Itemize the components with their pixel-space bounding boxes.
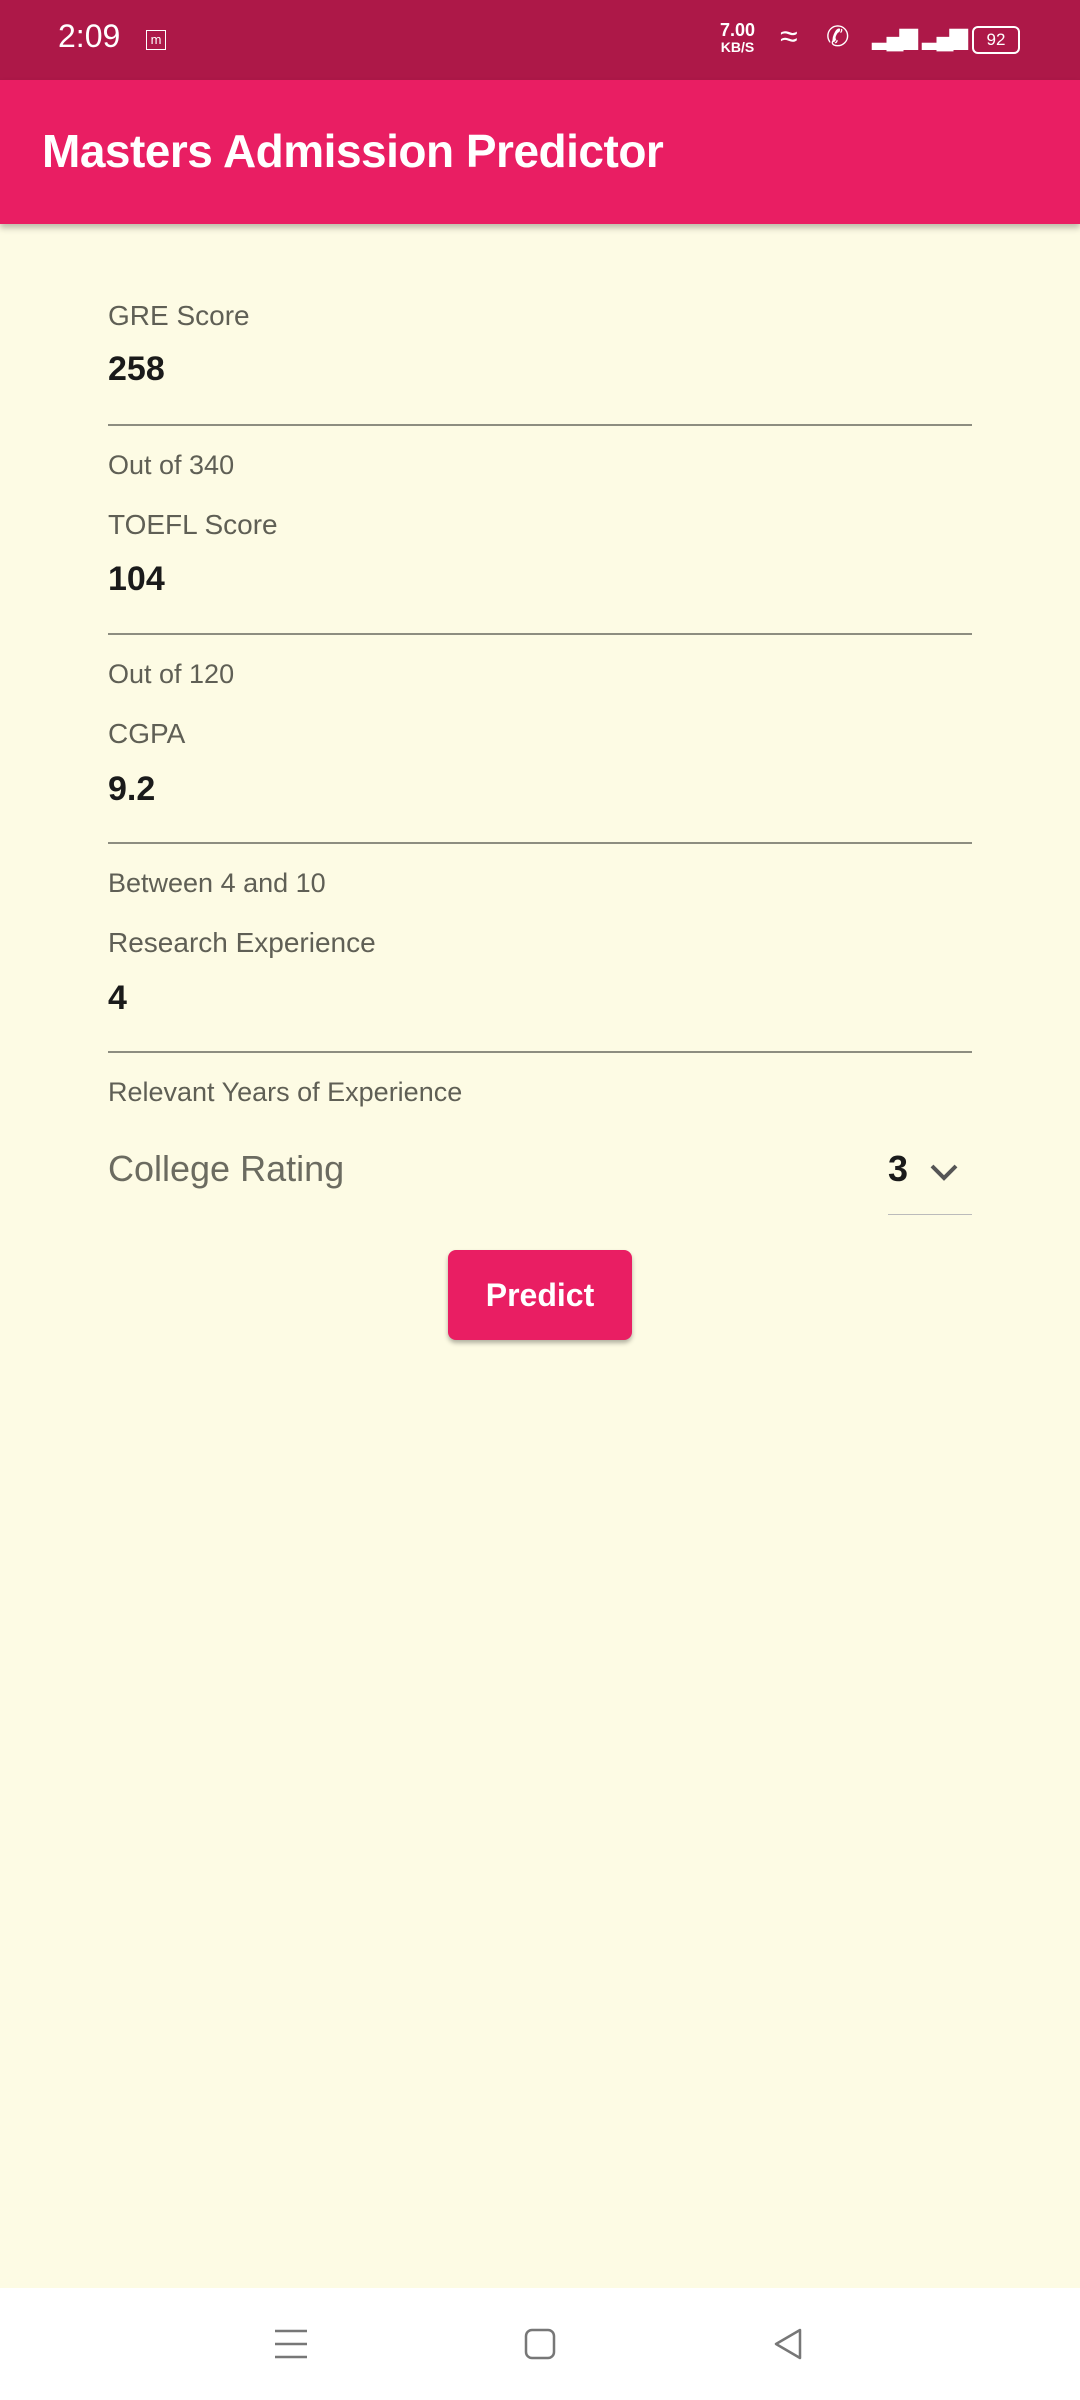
gre-input[interactable]: 258 <box>108 350 165 389</box>
cgpa-helper: Between 4 and 10 <box>108 868 326 898</box>
signal-icon-1: ▂▄▆ <box>872 23 918 50</box>
research-helper: Relevant Years of Experience <box>108 1077 463 1107</box>
volte-call-icon: ✆ <box>826 21 850 52</box>
navigation-bar <box>0 2288 1080 2400</box>
toefl-underline <box>108 633 972 635</box>
toefl-helper: Out of 120 <box>108 659 235 689</box>
wifi-icon: ≈ <box>780 18 798 54</box>
gre-underline <box>108 424 972 426</box>
research-underline <box>108 1051 972 1053</box>
menu-icon[interactable] <box>274 2328 308 2360</box>
net-speed: 7.00 KB/S <box>720 20 756 56</box>
app-title: Masters Admission Predictor <box>42 125 664 177</box>
cgpa-input[interactable]: 9.2 <box>108 770 155 809</box>
gre-label: GRE Score <box>108 300 250 331</box>
cgpa-underline <box>108 842 972 844</box>
back-icon[interactable] <box>772 2328 804 2360</box>
status-time: 2:09 <box>58 18 121 54</box>
predict-button[interactable]: Predict <box>448 1250 632 1340</box>
chevron-down-icon <box>930 1164 958 1181</box>
research-input[interactable]: 4 <box>108 979 127 1018</box>
net-speed-value: 7.00 <box>720 20 756 40</box>
notification-icon: m <box>146 30 166 50</box>
college-rating-dropdown[interactable]: 3 <box>888 1148 972 1215</box>
home-icon[interactable] <box>524 2328 556 2360</box>
app-bar: Masters Admission Predictor <box>0 80 1080 224</box>
cgpa-label: CGPA <box>108 718 186 749</box>
toefl-input[interactable]: 104 <box>108 560 165 599</box>
toefl-label: TOEFL Score <box>108 509 278 540</box>
net-speed-unit: KB/S <box>720 39 755 55</box>
status-bar: 2:09 m 7.00 KB/S ≈ ✆ ▂▄▆ ▂▄▆ 92 <box>0 0 1080 80</box>
battery-icon: 92 <box>972 26 1020 54</box>
college-rating-value: 3 <box>888 1148 909 1189</box>
signal-icon-2: ▂▄▆ <box>922 23 968 50</box>
gre-helper: Out of 340 <box>108 450 235 480</box>
research-label: Research Experience <box>108 927 376 958</box>
college-rating-label: College Rating <box>108 1148 345 1189</box>
